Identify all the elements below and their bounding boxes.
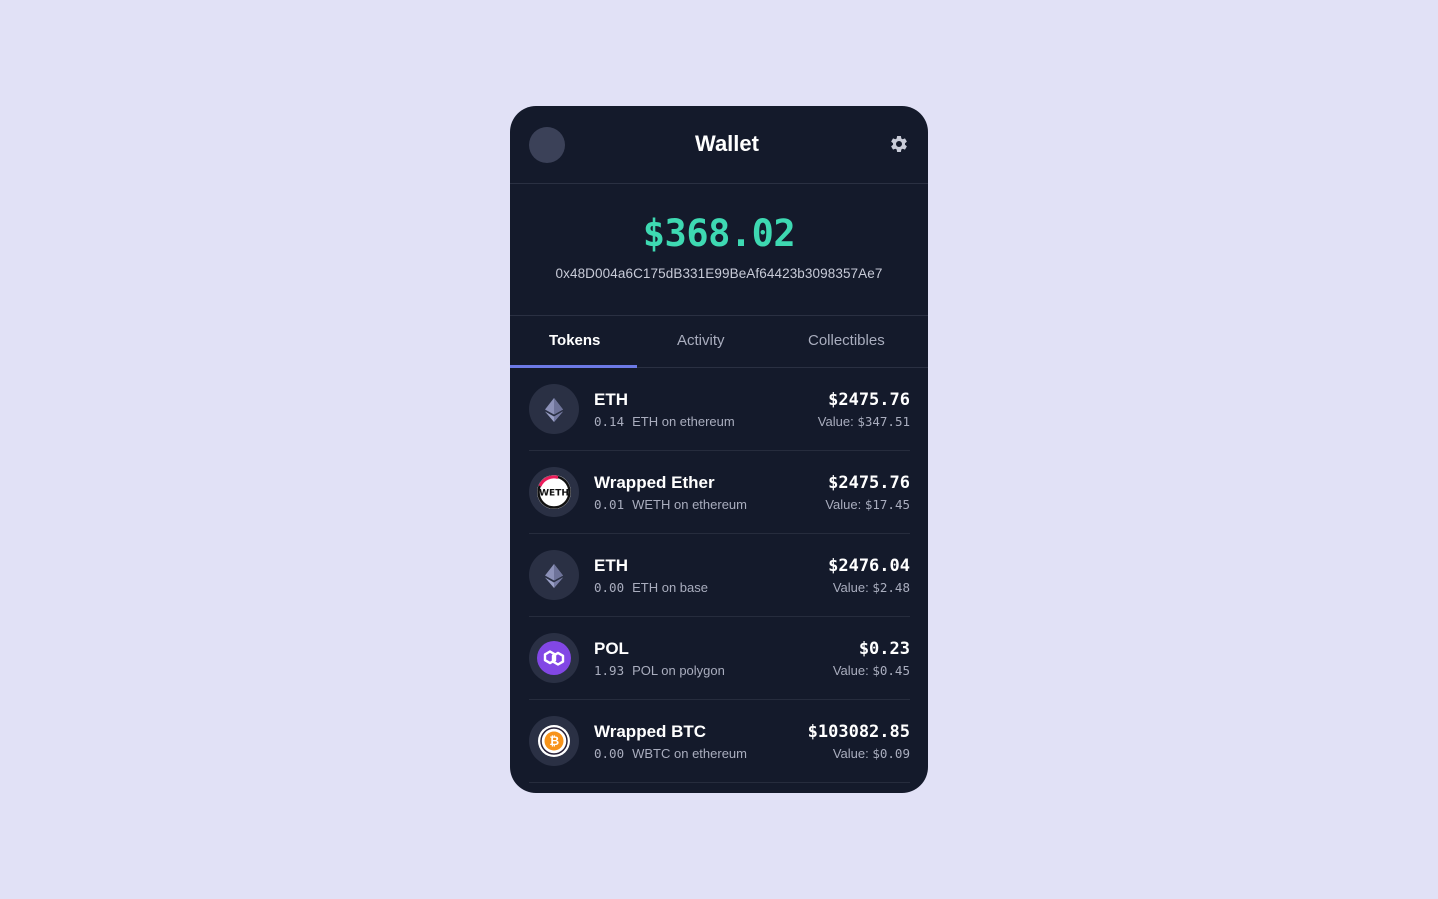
token-name: POL [594, 639, 629, 658]
token-detail: 0.14 ETH on ethereum [594, 414, 735, 429]
token-value: Value: $0.09 [833, 746, 910, 761]
token-detail: 1.93 POL on polygon [594, 663, 725, 678]
token-value-label: Value: [832, 663, 873, 678]
token-price: $2475.76 [828, 390, 910, 410]
token-network: WETH on ethereum [632, 497, 747, 512]
token-name: ETH [594, 390, 628, 409]
wallet-address[interactable]: 0x48D004a6C175dB331E99BeAf64423b3098357A… [510, 266, 928, 281]
token-value: Value: $17.45 [825, 497, 910, 512]
token-value: Value: $0.45 [833, 663, 910, 678]
page-title: Wallet [695, 131, 759, 156]
token-value-label: Value: [825, 497, 865, 512]
token-price: $0.23 [858, 639, 910, 659]
list-item[interactable]: WETH Wrapped Ether 0.01 WETH on ethereum … [529, 451, 910, 534]
token-network: ETH on base [632, 580, 708, 595]
token-price: $2475.76 [828, 473, 910, 493]
token-name: Wrapped BTC [594, 722, 707, 741]
list-item[interactable]: ETH 0.14 ETH on ethereum $2475.76 Value: … [529, 368, 910, 451]
svg-text:₿: ₿ [549, 734, 559, 748]
weth-icon: WETH [529, 467, 579, 517]
token-value-label: Value: [817, 414, 858, 429]
ethereum-icon [529, 550, 579, 600]
gear-icon[interactable] [889, 134, 909, 154]
token-detail: 0.00 WBTC on ethereum [594, 746, 747, 761]
token-price: $2476.04 [828, 556, 910, 576]
tab-collectibles[interactable]: Collectibles [808, 332, 885, 349]
token-value-amount: $17.45 [864, 497, 910, 512]
token-amount: 0.14 [594, 414, 625, 429]
token-value: Value: $2.48 [833, 580, 910, 595]
tab-activity[interactable]: Activity [677, 332, 725, 349]
balance-section: $368.02 0x48D004a6C175dB331E99BeAf64423b… [510, 184, 928, 316]
token-value-amount: $0.09 [872, 746, 910, 761]
token-list: ETH 0.14 ETH on ethereum $2475.76 Value: … [510, 368, 928, 783]
list-item[interactable]: POL 1.93 POL on polygon $0.23 Value: $0.4… [529, 617, 910, 700]
tab-bar: Tokens Activity Collectibles [510, 316, 928, 368]
list-item[interactable]: ETH 0.00 ETH on base $2476.04 Value: $2.4… [529, 534, 910, 617]
token-amount: 0.00 [594, 746, 625, 761]
token-detail: 0.00 ETH on base [594, 580, 708, 595]
wallet-header: Wallet [510, 106, 928, 184]
token-value: Value: $347.51 [818, 414, 910, 429]
weth-icon-text: WETH [539, 489, 569, 499]
token-value-amount: $347.51 [857, 414, 910, 429]
total-balance: $368.02 [642, 212, 796, 255]
token-network: ETH on ethereum [632, 414, 735, 429]
token-value-label: Value: [832, 746, 873, 761]
token-network: POL on polygon [632, 663, 725, 678]
token-amount: 0.00 [594, 580, 625, 595]
token-detail: 0.01 WETH on ethereum [594, 497, 747, 512]
ethereum-icon [529, 384, 579, 434]
token-name: ETH [594, 556, 628, 575]
polygon-icon [529, 633, 579, 683]
token-price: $103082.85 [807, 722, 910, 742]
token-amount: 0.01 [594, 497, 625, 512]
token-network: WBTC on ethereum [632, 746, 747, 761]
token-amount: 1.93 [594, 663, 625, 678]
token-value-amount: $2.48 [872, 580, 910, 595]
wallet-panel: Wallet $368.02 0x48D004a6C175dB331E99BeA… [510, 106, 928, 793]
bitcoin-icon: ₿ [529, 716, 579, 766]
list-item[interactable]: ₿ Wrapped BTC 0.00 WBTC on ethereum $1030… [529, 700, 910, 783]
tab-tokens[interactable]: Tokens [549, 332, 600, 349]
token-value-label: Value: [832, 580, 873, 595]
token-value-amount: $0.45 [872, 663, 910, 678]
token-name: Wrapped Ether [594, 473, 715, 492]
